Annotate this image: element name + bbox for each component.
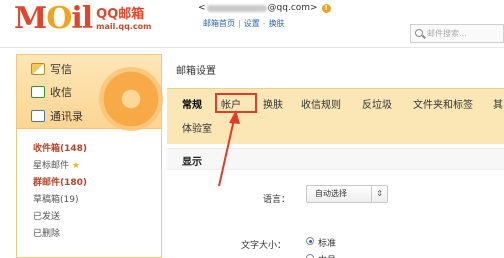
qq-mail-settings-page: MOil QQ邮箱 mail.qq.com < @qq.com> ! 邮箱首页 |… xyxy=(0,0,504,258)
annotation-arrow xyxy=(218,110,240,187)
